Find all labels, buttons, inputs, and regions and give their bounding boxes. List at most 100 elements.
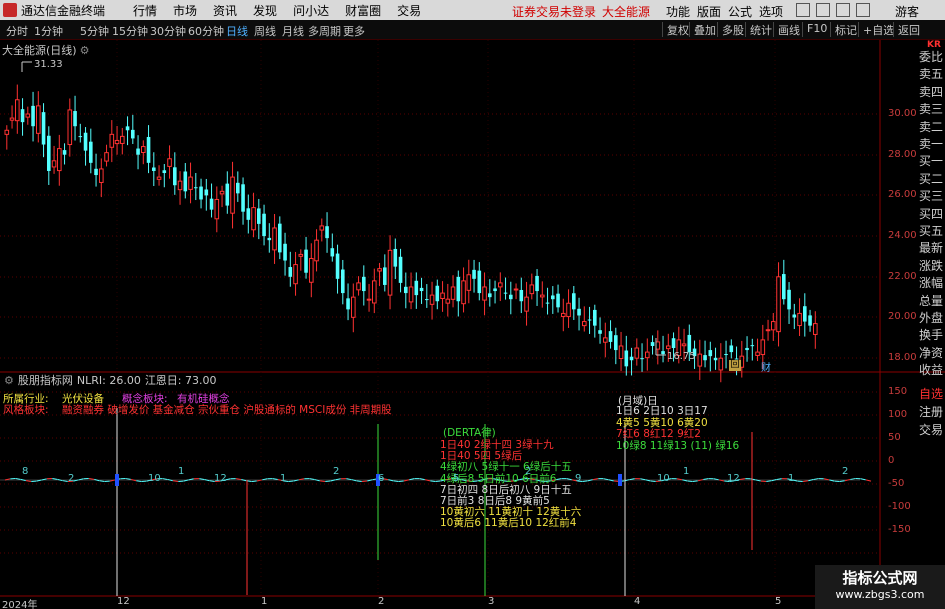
candle-body	[298, 253, 304, 257]
candle-body	[272, 227, 277, 251]
candle-body	[687, 334, 692, 353]
quote-panel-item-21[interactable]: 交易	[919, 421, 945, 438]
candle-body	[83, 132, 88, 151]
menu-gongshi[interactable]: 公式	[728, 3, 752, 20]
menu-hangqing[interactable]: 行情	[133, 2, 157, 19]
menu-zixun[interactable]: 资讯	[213, 2, 237, 19]
indicator-scale-2: 50	[888, 432, 901, 443]
menu-caifuquan[interactable]: 财富圈	[345, 2, 381, 19]
close-icon[interactable]	[856, 3, 870, 17]
indicator-name[interactable]: 股朋指标网	[18, 374, 73, 387]
minimize-icon[interactable]	[796, 3, 810, 17]
indicator-settings-icon[interactable]: ⚙	[4, 374, 14, 387]
quote-panel-item-5: 卖一	[919, 137, 944, 151]
candle-body	[545, 302, 550, 304]
maximize-icon[interactable]	[836, 3, 850, 17]
period-60min[interactable]: 60分钟	[188, 23, 224, 39]
candle-body	[461, 280, 466, 305]
candle-body	[230, 176, 235, 214]
candle-body	[177, 180, 183, 191]
period-30min[interactable]: 30分钟	[150, 23, 186, 39]
tool-zixuan[interactable]: +自选	[858, 22, 894, 37]
candle-body	[283, 243, 287, 261]
period-more[interactable]: 更多	[343, 23, 365, 39]
indicator-scale-0: 150	[888, 386, 908, 397]
quote-panel-item-20[interactable]: 注册	[919, 403, 945, 420]
chart-settings-icon[interactable]: ⚙	[80, 44, 90, 57]
candle-body	[267, 237, 272, 241]
candle-body	[419, 287, 424, 292]
candle-body	[540, 294, 545, 298]
tool-fuquan[interactable]: 复权	[662, 22, 689, 37]
period-daily[interactable]: 日线	[226, 23, 248, 39]
tool-duogu[interactable]: 多股	[717, 22, 744, 37]
candle-body	[529, 284, 535, 295]
candle-body	[262, 213, 266, 237]
candle-body	[440, 292, 445, 299]
stock-period-title: 大全能源(日线)	[2, 44, 77, 57]
candle-body	[666, 345, 671, 350]
candle-body	[425, 299, 429, 301]
menu-shichang[interactable]: 市场	[173, 2, 197, 19]
period-15min[interactable]: 15分钟	[112, 23, 148, 39]
nlri-value: NLRI: 26.00	[76, 374, 141, 387]
tool-f10[interactable]: F10	[802, 22, 827, 37]
candle-body	[246, 208, 251, 220]
candle-body	[31, 105, 35, 127]
period-1min[interactable]: 1分钟	[34, 23, 63, 39]
stock-name-notice: 大全能源	[602, 5, 651, 19]
candle-body	[681, 343, 687, 347]
tool-huaxian[interactable]: 画线	[773, 22, 800, 37]
guest-button[interactable]: 游客	[895, 3, 919, 20]
candle-body	[188, 176, 193, 190]
menu-xuanxiang[interactable]: 选项	[759, 3, 783, 20]
tool-diejia[interactable]: 叠加	[689, 22, 716, 37]
candle-body	[325, 226, 329, 239]
candle-body	[708, 350, 713, 357]
tool-biaoji[interactable]: 标记	[830, 22, 857, 37]
candle-body	[456, 276, 461, 302]
osc-label-14: 1	[788, 473, 795, 484]
watermark-title: 指标公式网	[842, 569, 918, 587]
period-toolbar: 分时 1分钟 5分钟 15分钟 30分钟 60分钟 日线 周线 月线 多周期 更…	[0, 20, 945, 40]
candle-body	[593, 309, 597, 326]
menu-jiaoyi[interactable]: 交易	[397, 2, 421, 19]
candle-body	[493, 288, 497, 292]
candle-body	[67, 109, 73, 146]
menu-wenxiaoda[interactable]: 问小达	[293, 2, 329, 19]
candle-body	[293, 264, 298, 285]
indicator-scale-4: -50	[888, 478, 905, 489]
candle-body	[15, 99, 20, 122]
tool-tongji[interactable]: 统计	[745, 22, 772, 37]
time-tick-2024: 2024年	[2, 600, 38, 609]
quote-panel-item-7: 买二	[919, 171, 944, 186]
quote-panel-item-17: 净资	[919, 345, 944, 360]
restore-icon[interactable]	[816, 3, 830, 17]
badge-hui[interactable]: 回	[729, 360, 741, 371]
quote-panel-item-19[interactable]: 自选	[919, 385, 945, 402]
login-notice[interactable]: 证券交易未登录 大全能源	[512, 3, 650, 20]
quote-panel-item-15: 外盘	[919, 311, 944, 325]
period-multi[interactable]: 多周期	[308, 23, 341, 39]
osc-label-8: 5	[453, 473, 460, 484]
menu-faxian[interactable]: 发现	[253, 2, 277, 19]
tool-fanhui[interactable]: 返回	[893, 22, 920, 37]
indicator-scale-6: -150	[888, 524, 911, 535]
login-status-text[interactable]: 证券交易未登录	[512, 5, 596, 19]
menu-banmian[interactable]: 版面	[697, 3, 721, 20]
candle-body	[225, 183, 230, 206]
candle-body	[566, 302, 571, 318]
period-weekly[interactable]: 周线	[254, 23, 276, 39]
candle-body	[445, 298, 451, 304]
period-5min[interactable]: 5分钟	[80, 23, 109, 39]
candle-body	[404, 286, 408, 294]
candle-body	[120, 135, 125, 144]
candle-body	[341, 269, 345, 294]
candle-body	[104, 152, 109, 162]
period-fenshi[interactable]: 分时	[6, 23, 28, 39]
candle-body	[78, 136, 83, 138]
candle-body	[9, 117, 15, 121]
period-monthly[interactable]: 月线	[282, 23, 304, 39]
menu-gongneng[interactable]: 功能	[666, 3, 690, 20]
candle-body	[383, 267, 387, 285]
